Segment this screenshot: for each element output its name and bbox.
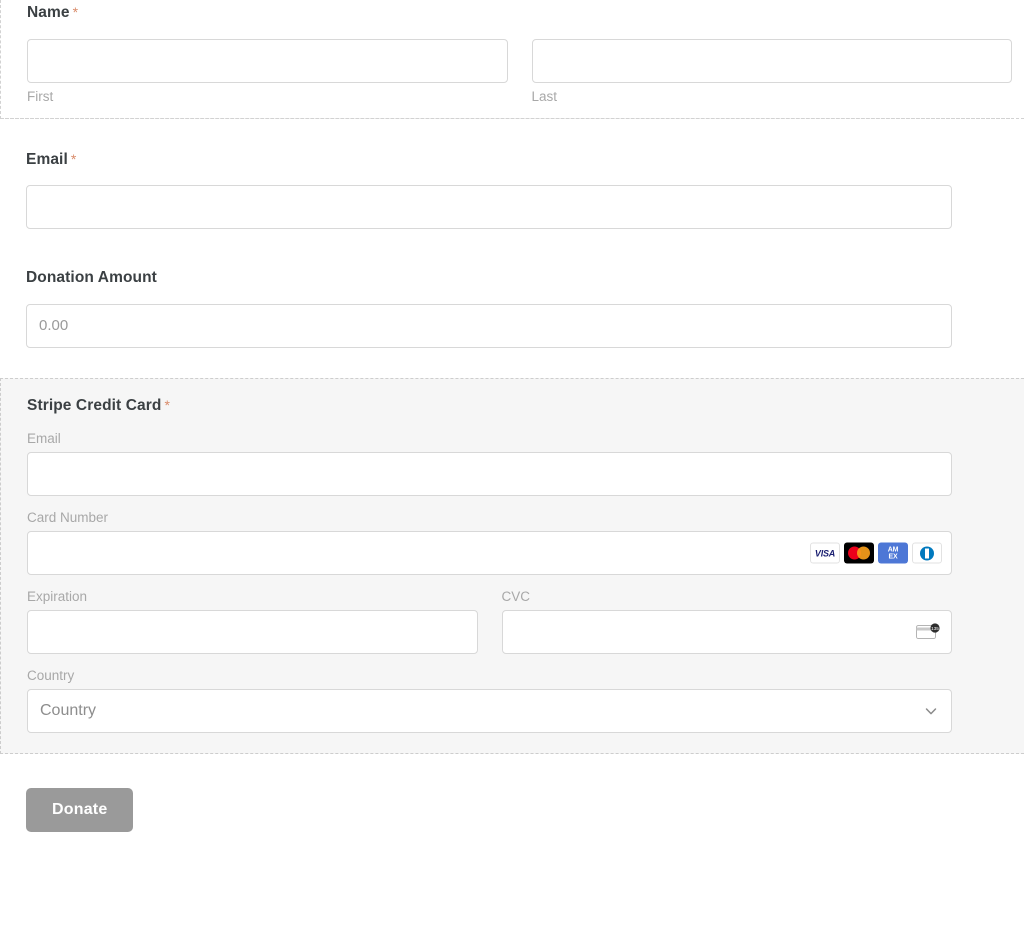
stripe-country-field: Country Country <box>27 668 952 734</box>
name-label: Name * <box>27 4 79 21</box>
donation-amount-label: Donation Amount <box>26 269 157 287</box>
stripe-expiry-cvc-row: Expiration CVC 135 <box>27 589 952 655</box>
stripe-email-input[interactable] <box>27 452 952 497</box>
stripe-card-number-input[interactable] <box>27 531 952 576</box>
stripe-cvc-input-wrap: 135 <box>501 610 952 655</box>
name-field-group: Name * First Last <box>0 0 1024 119</box>
email-field-group: Email * <box>0 151 1024 230</box>
first-name-input[interactable] <box>27 38 508 83</box>
last-name-input[interactable] <box>531 38 1012 83</box>
first-name-col: First <box>27 38 508 104</box>
stripe-expiration-sublabel: Expiration <box>27 589 88 605</box>
stripe-card-number-input-wrap: VISA AM EX <box>27 531 952 576</box>
stripe-email-sublabel: Email <box>27 431 61 447</box>
stripe-email-input-wrap <box>27 452 952 497</box>
last-name-col: Last <box>531 38 1012 104</box>
name-label-wrap: Name * <box>27 0 1012 23</box>
stripe-country-selected-value: Country <box>40 702 97 720</box>
donation-amount-input[interactable] <box>26 303 952 348</box>
stripe-country-sublabel: Country <box>27 668 75 684</box>
stripe-cvc-input[interactable] <box>501 610 952 655</box>
stripe-credit-card-group: Stripe Credit Card * Email Card Number VI… <box>0 377 1024 755</box>
stripe-card-number-sublabel: Card Number <box>27 510 109 526</box>
name-required-marker: * <box>72 4 79 20</box>
email-required-marker: * <box>70 150 77 167</box>
stripe-cvc-sublabel: CVC <box>501 589 531 605</box>
name-inputs-row: First Last <box>27 38 1012 104</box>
first-name-sublabel: First <box>27 88 54 104</box>
stripe-cvc-col: CVC 135 <box>501 589 952 655</box>
donation-form: Name * First Last Email * Donation Amount … <box>0 0 1024 833</box>
stripe-title-wrap: Stripe Credit Card * <box>27 397 952 416</box>
last-name-sublabel: Last <box>531 88 558 104</box>
donation-amount-field-group: Donation Amount <box>0 269 1024 348</box>
submit-row: Donate <box>0 754 1024 833</box>
stripe-email-field: Email <box>27 431 952 497</box>
stripe-expiration-input-wrap <box>27 610 478 655</box>
stripe-country-select-wrap: Country <box>27 689 952 734</box>
email-input[interactable] <box>26 185 952 230</box>
donate-button[interactable]: Donate <box>26 788 134 833</box>
stripe-credit-card-label: Stripe Credit Card * <box>27 396 170 414</box>
stripe-card-number-field: Card Number VISA AM EX <box>27 510 952 576</box>
stripe-expiration-col: Expiration <box>27 589 478 655</box>
stripe-country-select[interactable]: Country <box>27 689 952 734</box>
stripe-required-marker: * <box>164 396 170 413</box>
email-label: Email * <box>26 150 77 168</box>
stripe-expiration-input[interactable] <box>27 610 478 655</box>
